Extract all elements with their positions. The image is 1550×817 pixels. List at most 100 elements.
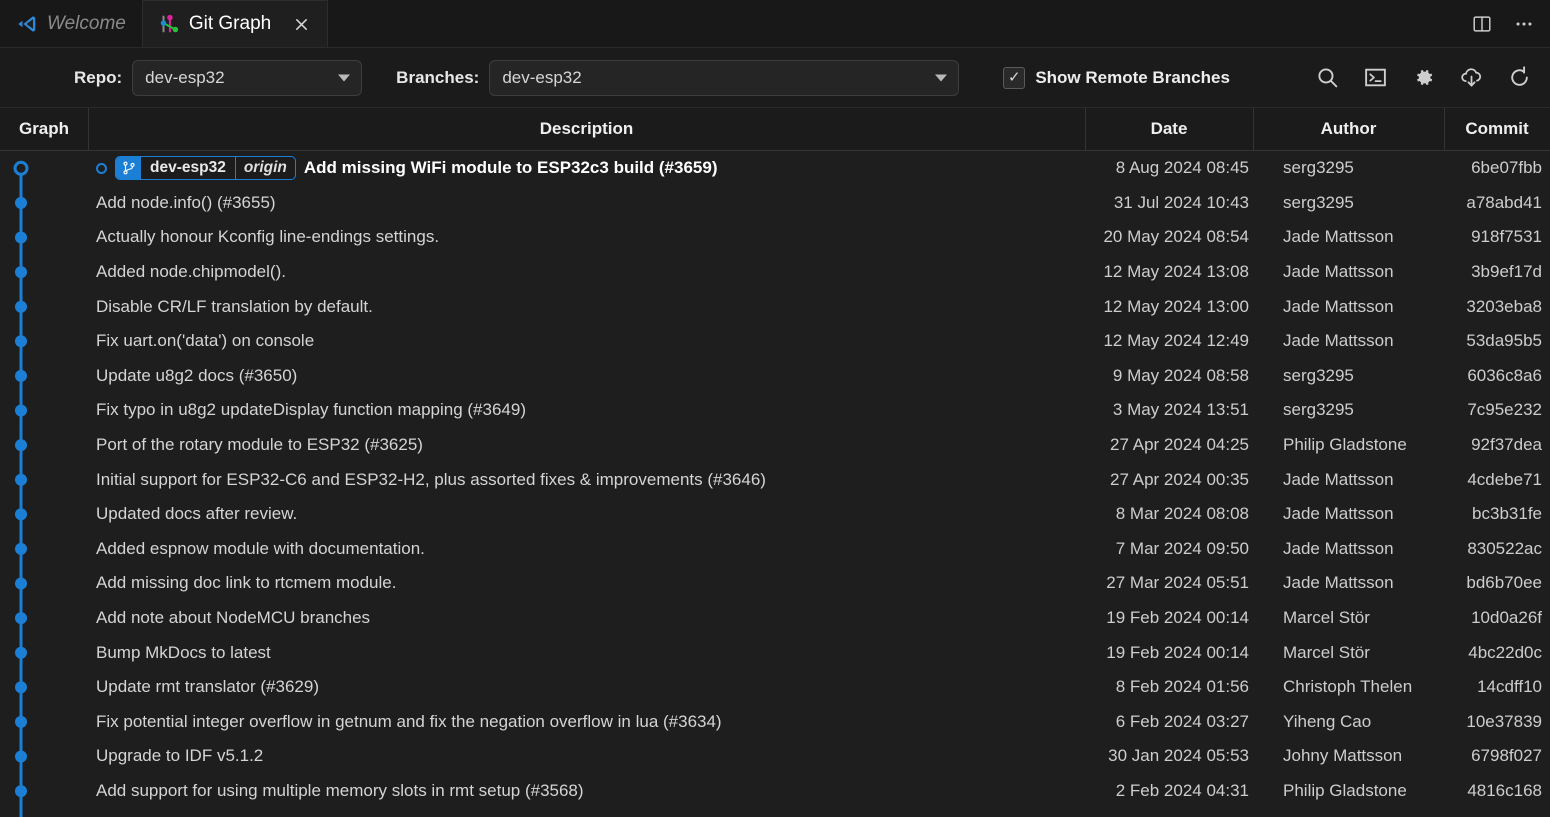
branch-ref-group: dev-esp32 origin (96, 156, 304, 181)
commit-author-cell: serg3295 (1283, 365, 1354, 385)
commit-message: Add support for using multiple memory sl… (96, 780, 584, 800)
table-row[interactable]: Fix typo in u8g2 updateDisplay function … (0, 393, 1550, 428)
commit-date-cell: 8 Feb 2024 01:56 (1115, 677, 1249, 697)
commit-description-cell: Fix typo in u8g2 updateDisplay function … (88, 393, 1085, 428)
commit-date-cell: 2 Feb 2024 04:31 (1115, 780, 1249, 800)
commit-description-cell: Disable CR/LF translation by default. (88, 289, 1085, 324)
commit-message: Upgrade to IDF v5.1.2 (96, 746, 264, 766)
commit-author-cell: Jade Mattsson (1283, 227, 1394, 247)
commit-message: Fix uart.on('data') on console (96, 331, 315, 351)
commit-graph-cell (0, 601, 88, 636)
commit-description-cell: Update u8g2 docs (#3650) (88, 359, 1085, 394)
commit-date-cell: 31 Jul 2024 10:43 (1113, 192, 1249, 212)
tab-welcome[interactable]: Welcome (0, 0, 142, 47)
commit-hash-cell: 3b9ef17d (1471, 262, 1542, 282)
search-icon[interactable] (1314, 65, 1340, 91)
commit-hash-cell: bc3b31fe (1472, 504, 1542, 524)
commit-message: Update u8g2 docs (#3650) (96, 365, 298, 385)
commit-date-cell: 8 Mar 2024 08:08 (1115, 504, 1249, 524)
table-row[interactable]: Initial support for ESP32-C6 and ESP32-H… (0, 462, 1550, 497)
show-remote-branches-checkbox[interactable]: ✓ (1003, 66, 1026, 89)
commit-author-cell: Yiheng Cao (1283, 711, 1372, 731)
commit-author-cell: Jade Mattsson (1283, 504, 1394, 524)
branches-label: Branches: (396, 67, 480, 87)
commit-date-cell: 27 Apr 2024 04:25 (1110, 435, 1249, 455)
toolbar-action-group (1314, 65, 1536, 91)
column-header-author[interactable]: Author (1253, 108, 1444, 150)
commit-graph-cell (0, 428, 88, 463)
commit-author-cell: Jade Mattsson (1283, 331, 1394, 351)
branches-select[interactable]: dev-esp32 (489, 59, 960, 96)
table-row[interactable]: Update rmt translator (#3629) 8 Feb 2024 … (0, 670, 1550, 705)
commit-description-cell: Add missing doc link to rtcmem module. (88, 566, 1085, 601)
commit-message: Port of the rotary module to ESP32 (#362… (96, 435, 423, 455)
chevron-down-icon (338, 74, 351, 81)
show-remote-branches-toggle[interactable]: ✓ Show Remote Branches (1003, 66, 1230, 89)
commit-hash-cell: 7c95e232 (1467, 400, 1542, 420)
commit-message: Add node.info() (#3655) (96, 192, 276, 212)
more-actions-icon[interactable] (1512, 12, 1536, 36)
table-row[interactable]: Updated docs after review. 8 Mar 2024 08:… (0, 497, 1550, 532)
commit-description-cell: Bump MkDocs to latest (88, 635, 1085, 670)
repo-label: Repo: (74, 67, 123, 87)
commit-date-cell: 9 May 2024 08:58 (1112, 365, 1249, 385)
commit-hash-cell: 92f37dea (1471, 435, 1542, 455)
commit-description-cell: Actually honour Kconfig line-endings set… (88, 220, 1085, 255)
commit-author-cell: Philip Gladstone (1283, 435, 1407, 455)
table-row[interactable]: Add node.info() (#3655) 31 Jul 2024 10:43… (0, 186, 1550, 221)
commit-author-cell: Jade Mattsson (1283, 296, 1394, 316)
commit-description-cell: Update rmt translator (#3629) (88, 670, 1085, 705)
repo-select[interactable]: dev-esp32 (132, 59, 363, 96)
commit-message: Added espnow module with documentation. (96, 538, 425, 558)
tab-git-graph-label: Git Graph (188, 13, 272, 34)
commit-author-cell: Jade Mattsson (1283, 469, 1394, 489)
commit-hash-cell: bd6b70ee (1466, 573, 1542, 593)
column-header-commit[interactable]: Commit (1444, 108, 1550, 150)
commit-date-cell: 19 Feb 2024 00:14 (1106, 642, 1249, 662)
column-header-description[interactable]: Description (88, 108, 1085, 150)
commit-hash-cell: 6798f027 (1471, 746, 1542, 766)
commit-graph-cell (0, 705, 88, 740)
commit-hash-cell: 4bc22d0c (1468, 642, 1542, 662)
cloud-download-icon[interactable] (1458, 65, 1484, 91)
commit-hash-cell: 918f7531 (1471, 227, 1542, 247)
branch-name-label: dev-esp32 (141, 157, 236, 180)
chevron-down-icon (935, 74, 948, 81)
git-graph-icon (158, 13, 180, 35)
commit-message: Update rmt translator (#3629) (96, 677, 319, 697)
table-row[interactable]: Disable CR/LF translation by default. 12 … (0, 289, 1550, 324)
column-header-graph[interactable]: Graph (0, 108, 88, 150)
split-editor-icon[interactable] (1470, 12, 1494, 36)
table-row[interactable]: Bump MkDocs to latest 19 Feb 2024 00:14 Ma… (0, 635, 1550, 670)
table-row[interactable]: Add support for using multiple memory sl… (0, 774, 1550, 809)
tab-git-graph[interactable]: Git Graph (141, 0, 329, 47)
commit-description-cell: Added node.chipmodel(). (88, 255, 1085, 290)
table-row[interactable]: Add missing doc link to rtcmem module. 27… (0, 566, 1550, 601)
commit-description-cell: Fix uart.on('data') on console (88, 324, 1085, 359)
table-row[interactable]: Fix potential integer overflow in getnum… (0, 705, 1550, 740)
table-row[interactable]: Added node.chipmodel(). 12 May 2024 13:08… (0, 255, 1550, 290)
commit-graph-cell (0, 324, 88, 359)
close-icon[interactable] (290, 13, 312, 35)
commit-author-cell: serg3295 (1283, 158, 1354, 178)
table-row[interactable]: Port of the rotary module to ESP32 (#362… (0, 428, 1550, 463)
refresh-icon[interactable] (1506, 65, 1532, 91)
table-row[interactable]: Actually honour Kconfig line-endings set… (0, 220, 1550, 255)
commit-message: Add missing doc link to rtcmem module. (96, 573, 397, 593)
table-row[interactable]: Added espnow module with documentation. 7… (0, 532, 1550, 567)
branch-badge[interactable]: dev-esp32 origin (115, 156, 296, 181)
commit-graph-cell (0, 255, 88, 290)
commit-hash-cell: 830522ac (1467, 538, 1542, 558)
table-row[interactable]: dev-esp32 origin Add missing WiFi module t… (0, 151, 1550, 186)
commit-author-cell: Philip Gladstone (1283, 780, 1407, 800)
table-row[interactable]: Fix uart.on('data') on console 12 May 202… (0, 324, 1550, 359)
table-row[interactable]: Add note about NodeMCU branches 19 Feb 20… (0, 601, 1550, 636)
commit-date-cell: 6 Feb 2024 03:27 (1115, 711, 1249, 731)
column-header-date[interactable]: Date (1085, 108, 1253, 150)
gear-icon[interactable] (1410, 65, 1436, 91)
commit-table: Graph Description Date Author Commit dev… (0, 108, 1550, 817)
repo-select-value: dev-esp32 (145, 67, 225, 87)
table-row[interactable]: Upgrade to IDF v5.1.2 30 Jan 2024 05:53 Jo… (0, 739, 1550, 774)
table-row[interactable]: Update u8g2 docs (#3650) 9 May 2024 08:58… (0, 359, 1550, 394)
terminal-icon[interactable] (1362, 65, 1388, 91)
